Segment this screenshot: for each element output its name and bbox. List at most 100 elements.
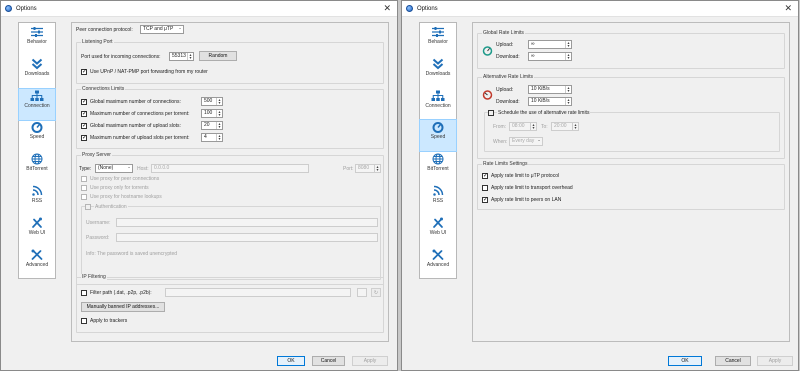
sidebar-item-label: Speed bbox=[430, 134, 446, 141]
spin-arrows-icon[interactable]: ▴ ▾ bbox=[530, 123, 536, 130]
sidebar-item-rss[interactable]: RSS bbox=[19, 184, 55, 215]
to-time-input[interactable]: 20:00 ▴ ▾ bbox=[551, 122, 579, 131]
spin-arrows-icon[interactable]: ▴ ▾ bbox=[565, 86, 571, 93]
sidebar-item-connection[interactable]: Connection bbox=[18, 87, 56, 121]
password-input[interactable] bbox=[116, 233, 378, 242]
sidebar-item-speed[interactable]: Speed bbox=[419, 119, 457, 153]
sidebar-item-label: BitTorrent bbox=[427, 166, 449, 173]
slow-speedometer-icon bbox=[482, 90, 493, 100]
alt-upload-input[interactable]: 10 KiB/s ▴ ▾ bbox=[528, 85, 572, 94]
close-icon[interactable]: ✕ bbox=[784, 3, 792, 14]
connection-limits-group: Connections Limits ✓ Global maximum numbe… bbox=[76, 86, 384, 149]
sidebar-item-behavior[interactable]: Behavior bbox=[420, 25, 456, 56]
global-download-input[interactable]: ∞ ▴ ▾ bbox=[528, 52, 572, 61]
schedule-checkbox[interactable] bbox=[488, 110, 494, 116]
spin-arrows-icon[interactable]: ▴ ▾ bbox=[565, 53, 571, 60]
apply-button[interactable]: Apply bbox=[352, 356, 388, 366]
sidebar-item-behavior[interactable]: Behavior bbox=[19, 25, 55, 56]
username-input[interactable] bbox=[116, 218, 378, 227]
proxy-option-checkbox[interactable] bbox=[81, 185, 87, 191]
proxy-option-checkbox[interactable] bbox=[81, 176, 87, 182]
sidebar-item-bittorrent[interactable]: BitTorrent bbox=[19, 152, 55, 183]
group-title: Proxy Server bbox=[81, 152, 112, 158]
rate-option-label: Apply rate limit to peers on LAN bbox=[491, 197, 562, 203]
sidebar-item-label: Behavior bbox=[428, 39, 448, 45]
speedometer-icon bbox=[19, 121, 55, 134]
spin-arrows-icon[interactable]: ▴ ▾ bbox=[216, 122, 222, 129]
options-window-connection: Options ✕ Behavior Downloads Connection Spe… bbox=[0, 0, 398, 371]
group-title: Alternative Rate Limits bbox=[482, 74, 535, 80]
limit-checkbox[interactable]: ✓ bbox=[81, 135, 87, 141]
to-label: To: bbox=[541, 124, 548, 130]
alt-download-input[interactable]: 10 KiB/s ▴ ▾ bbox=[528, 97, 572, 106]
limit-input[interactable]: 4 ▴ ▾ bbox=[201, 133, 223, 142]
sidebar-item-web-ui[interactable]: Web UI bbox=[420, 216, 456, 247]
limit-input[interactable]: 20 ▴ ▾ bbox=[201, 121, 223, 130]
spin-arrows-icon[interactable]: ▴ ▾ bbox=[565, 98, 571, 105]
browse-folder-button[interactable] bbox=[357, 288, 367, 297]
alternative-rate-limits-group: Alternative Rate Limits Upload: 10 KiB/s… bbox=[477, 74, 785, 159]
spin-arrows-icon[interactable]: ▴ ▾ bbox=[187, 53, 193, 60]
global-upload-input[interactable]: ∞ ▴ ▾ bbox=[528, 40, 572, 49]
limit-checkbox[interactable]: ✓ bbox=[81, 111, 87, 117]
sidebar-item-advanced[interactable]: Advanced bbox=[19, 248, 55, 279]
proxy-type-select[interactable]: (None) ⌄ bbox=[95, 164, 133, 173]
globe-icon bbox=[420, 153, 456, 165]
rate-option-checkbox[interactable]: ✓ bbox=[482, 197, 488, 203]
sidebar-item-label: BitTorrent bbox=[26, 166, 48, 173]
cancel-button[interactable]: Cancel bbox=[312, 356, 345, 366]
proxy-option-checkbox[interactable] bbox=[81, 194, 87, 200]
spin-arrows-icon[interactable]: ▴ ▾ bbox=[216, 134, 222, 141]
ok-button[interactable]: OK bbox=[277, 356, 305, 366]
wrench-screwdriver-icon bbox=[420, 249, 456, 261]
upnp-checkbox[interactable]: ✓ bbox=[81, 69, 87, 75]
sidebar-item-web-ui[interactable]: Web UI bbox=[19, 216, 55, 247]
rate-option-checkbox[interactable]: ✓ bbox=[482, 173, 488, 179]
limit-checkbox[interactable]: ✓ bbox=[81, 123, 87, 129]
filter-path-input[interactable] bbox=[165, 288, 351, 297]
spin-arrows-icon[interactable]: ▴ ▾ bbox=[565, 41, 571, 48]
proxy-port-input[interactable]: 8080 ▴ ▾ bbox=[355, 164, 381, 173]
cancel-button[interactable]: Cancel bbox=[715, 356, 751, 366]
port-input[interactable]: 55313 ▴ ▾ bbox=[169, 52, 194, 61]
spin-arrows-icon[interactable]: ▴ ▾ bbox=[216, 110, 222, 117]
sidebar-item-downloads[interactable]: Downloads bbox=[420, 57, 456, 88]
limit-checkbox[interactable]: ✓ bbox=[81, 99, 87, 105]
group-title: Global Rate Limits bbox=[482, 30, 525, 36]
rss-icon bbox=[420, 185, 456, 197]
from-time-input[interactable]: 08:00 ▴ ▾ bbox=[509, 122, 537, 131]
proxy-host-input[interactable]: 0.0.0.0 bbox=[151, 164, 309, 173]
limit-input[interactable]: 500 ▴ ▾ bbox=[201, 97, 223, 106]
when-select[interactable]: Every day ⌄ bbox=[509, 137, 543, 146]
sidebar-item-connection[interactable]: Connection bbox=[420, 89, 456, 120]
ok-button[interactable]: OK bbox=[668, 356, 702, 366]
reload-icon[interactable]: ↻ bbox=[371, 288, 381, 297]
speed-settings-panel: Global Rate Limits Upload: ∞ ▴ ▾ Download:… bbox=[472, 22, 790, 342]
globe-icon bbox=[19, 153, 55, 165]
group-title: IP Filtering bbox=[81, 274, 107, 280]
sidebar-item-rss[interactable]: RSS bbox=[420, 184, 456, 215]
random-port-button[interactable]: Random bbox=[199, 51, 237, 61]
banned-ips-button[interactable]: Manually banned IP addresses... bbox=[81, 302, 165, 312]
spin-arrows-icon[interactable]: ▴ ▾ bbox=[216, 98, 222, 105]
limit-input[interactable]: 100 ▴ ▾ bbox=[201, 109, 223, 118]
authentication-checkbox[interactable] bbox=[85, 204, 91, 210]
apply-to-trackers-checkbox[interactable] bbox=[81, 318, 87, 324]
sidebar-item-label: Web UI bbox=[28, 229, 46, 236]
rate-option-checkbox[interactable] bbox=[482, 185, 488, 191]
spin-arrows-icon[interactable]: ▴ ▾ bbox=[572, 123, 578, 130]
apply-button[interactable]: Apply bbox=[757, 356, 793, 366]
sliders-icon bbox=[420, 26, 456, 38]
password-info-text: Info: The password is saved unencrypted bbox=[86, 251, 178, 257]
sidebar-item-speed[interactable]: Speed bbox=[19, 120, 55, 151]
protocol-select[interactable]: TCP and μTP ⌄ bbox=[140, 25, 184, 34]
sidebar-item-bittorrent[interactable]: BitTorrent bbox=[420, 152, 456, 183]
close-icon[interactable]: ✕ bbox=[383, 3, 391, 14]
sidebar-item-label: Connection bbox=[24, 102, 50, 109]
sidebar-item-downloads[interactable]: Downloads bbox=[19, 57, 55, 88]
filter-path-checkbox[interactable] bbox=[81, 290, 87, 296]
spin-arrows-icon[interactable]: ▴ ▾ bbox=[374, 165, 380, 172]
rate-option-label: Apply rate limit to μTP protocol bbox=[491, 173, 560, 179]
sidebar-item-advanced[interactable]: Advanced bbox=[420, 248, 456, 279]
sidebar-item-label: Downloads bbox=[24, 70, 50, 77]
